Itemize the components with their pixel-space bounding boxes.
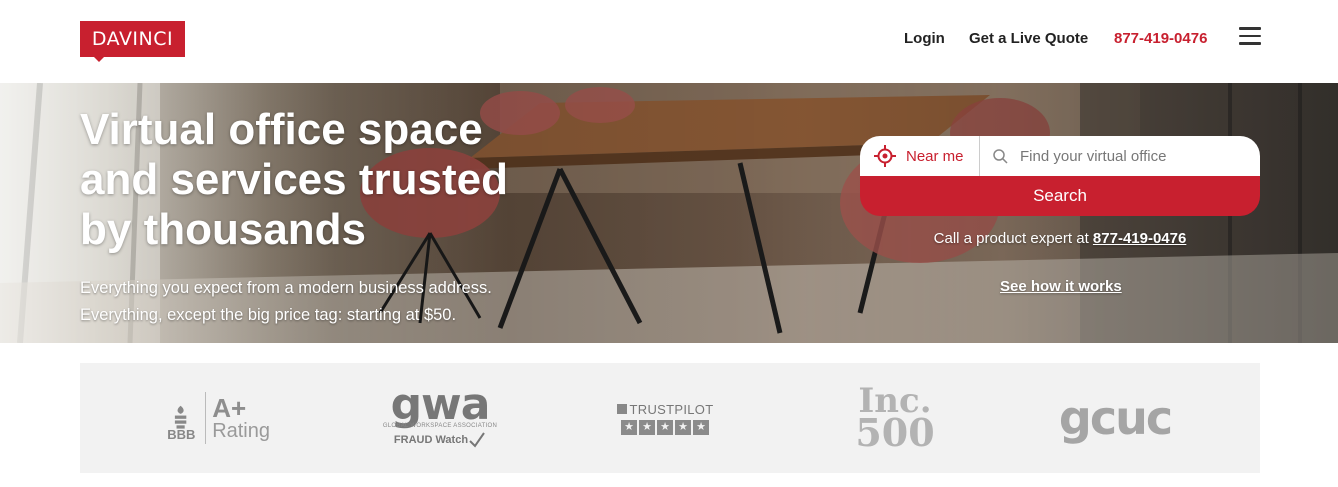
gwa-badge: gwa GLOBAL WORKSPACE ASSOCIATION FRAUD W…: [380, 363, 500, 473]
gwa-fraud-watch: FRAUD Watch: [393, 434, 469, 446]
bbb-rating-label: Rating: [212, 420, 270, 442]
bbb-badge: BBB A+ Rating: [167, 363, 270, 473]
trustpilot-label: TRUSTPILOT: [629, 401, 714, 417]
trustpilot-check-icon: [616, 404, 627, 414]
login-link[interactable]: Login: [904, 29, 945, 49]
davinci-logo[interactable]: DAVINCI: [80, 21, 185, 57]
gwa-tagline: GLOBAL WORKSPACE ASSOCIATION: [382, 423, 498, 429]
bbb-label: BBB: [167, 427, 196, 442]
logo-pointer: [93, 56, 105, 62]
inc-500-text: 500: [855, 410, 935, 455]
live-quote-link[interactable]: Get a Live Quote: [969, 29, 1088, 49]
site-header: DAVINCI Login Get a Live Quote 877-419-0…: [0, 0, 1338, 83]
near-me-label: Near me: [906, 147, 964, 165]
search-icon: [993, 148, 1008, 164]
gwa-logo-text: gwa: [390, 379, 491, 430]
trustpilot-badge: TRUSTPILOT ★ ★ ★ ★ ★: [605, 363, 725, 473]
near-me-button[interactable]: Near me: [860, 136, 980, 176]
gcuc-badge: gcuc: [1058, 363, 1173, 473]
search-bar: Near me: [860, 136, 1260, 176]
office-search-widget: Near me Search: [860, 136, 1260, 216]
hero-subtitle-line-2: Everything, except the big price tag: st…: [80, 306, 457, 324]
star-icon: ★: [621, 419, 637, 435]
office-search-input[interactable]: [1020, 147, 1250, 165]
star-icon: ★: [693, 419, 709, 435]
call-expert-phone-link[interactable]: 877-419-0476: [1093, 230, 1186, 247]
checkmark-icon: [469, 432, 485, 448]
star-icon: ★: [657, 419, 673, 435]
gcuc-logo-text: gcuc: [1058, 391, 1173, 445]
header-phone-link[interactable]: 877-419-0476: [1114, 29, 1207, 49]
location-target-icon: [874, 145, 896, 167]
call-expert-line: Call a product expert at 877-419-0476: [860, 230, 1260, 247]
star-icon: ★: [639, 419, 655, 435]
hero-section: Virtual office space and services truste…: [0, 83, 1338, 343]
hero-title: Virtual office space and services truste…: [80, 105, 508, 254]
menu-icon[interactable]: [1239, 27, 1261, 45]
see-how-it-works-link[interactable]: See how it works: [1000, 278, 1122, 295]
search-button[interactable]: Search: [860, 176, 1260, 216]
trustpilot-stars: ★ ★ ★ ★ ★: [621, 419, 709, 435]
bbb-grade: A+: [212, 393, 247, 423]
hero-subtitle-line-1: Everything you expect from a modern busi…: [80, 279, 492, 297]
inc500-badge: Inc. 500: [840, 363, 950, 473]
call-expert-text: Call a product expert at: [933, 230, 1089, 247]
hero-subtitle: Everything you expect from a modern busi…: [80, 275, 492, 329]
search-field-wrapper: [981, 136, 1260, 176]
star-icon: ★: [675, 419, 691, 435]
trust-badges-bar: BBB A+ Rating gwa GLOBAL WORKSPACE ASSOC…: [80, 363, 1260, 473]
